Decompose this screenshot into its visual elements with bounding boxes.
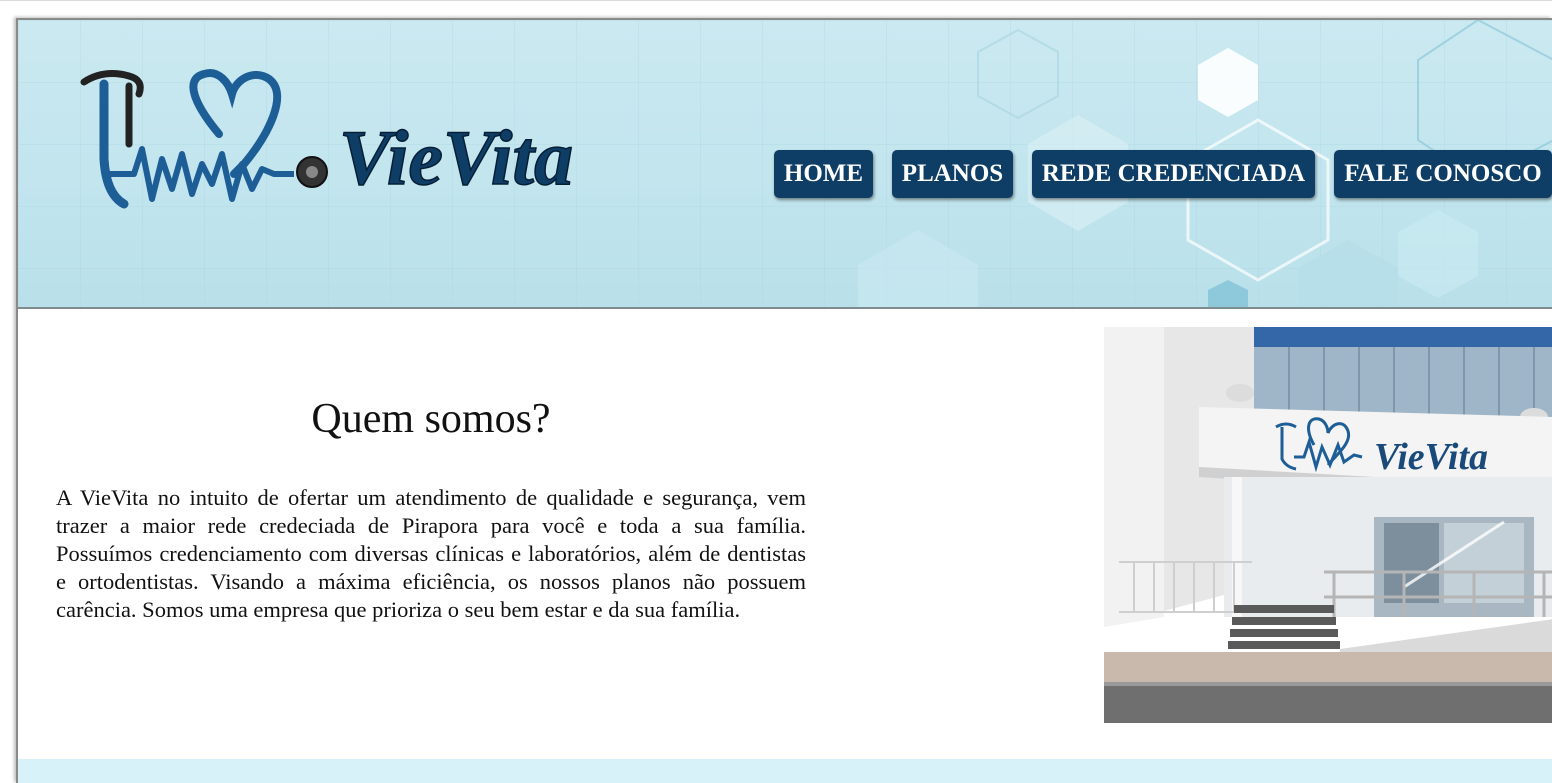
page: VieVita HOME PLANOS REDE CREDENCIADA FAL…: [0, 0, 1552, 783]
site-frame: VieVita HOME PLANOS REDE CREDENCIADA FAL…: [16, 18, 1552, 783]
nav-home-button[interactable]: HOME: [774, 150, 873, 198]
about-title: Quem somos?: [311, 396, 551, 442]
nav-rede-credenciada-button[interactable]: REDE CREDENCIADA: [1032, 150, 1315, 198]
vievita-logo: VieVita: [80, 69, 574, 209]
clinic-building-photo: VieVita: [1104, 327, 1552, 723]
top-divider: [0, 0, 1552, 1]
about-section: Quem somos? A VieVita no intuito de ofer…: [18, 309, 1552, 759]
clinic-sign-text: VieVita: [1374, 436, 1488, 478]
site-header: VieVita HOME PLANOS REDE CREDENCIADA FAL…: [18, 20, 1552, 309]
main-nav: HOME PLANOS REDE CREDENCIADA FALE CONOSC…: [18, 150, 1552, 200]
nav-planos-button[interactable]: PLANOS: [892, 150, 1013, 198]
nav-fale-conosco-button[interactable]: FALE CONOSCO: [1334, 150, 1552, 198]
footer-band: [18, 759, 1552, 783]
about-text: A VieVita no intuito de ofertar um atend…: [56, 485, 806, 622]
